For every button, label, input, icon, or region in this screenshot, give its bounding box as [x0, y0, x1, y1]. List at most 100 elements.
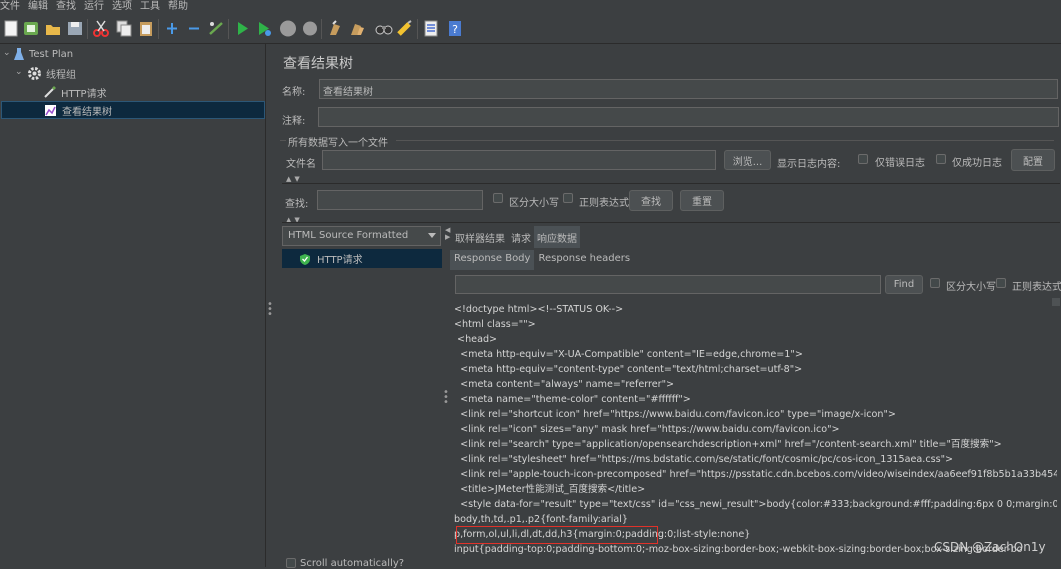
- code-line: <link rel="apple-touch-icon-precomposed"…: [454, 469, 1057, 480]
- code-line: <meta http-equiv="X-UA-Compatible" conte…: [454, 349, 803, 360]
- menu-search[interactable]: 查找: [56, 0, 84, 14]
- list-item-label: HTTP请求: [317, 255, 363, 266]
- svg-text:?: ?: [452, 23, 458, 36]
- test-plan-icon: [14, 48, 24, 60]
- stop-icon[interactable]: [279, 20, 297, 37]
- collapse-icon[interactable]: [186, 20, 202, 37]
- results-tree-panel: 查看结果树 名称: 查看结果树 注释: 所有数据写入一个文件 文件名 浏览...…: [274, 44, 1061, 569]
- new-icon[interactable]: [3, 20, 19, 37]
- code-line: <title>JMeter性能测试_百度搜索</title>: [454, 484, 646, 495]
- menu-help[interactable]: 帮助: [168, 0, 196, 14]
- code-line: <link rel="shortcut icon" href="https://…: [454, 409, 896, 420]
- tab-sampler-result[interactable]: 取样器结果: [452, 226, 508, 248]
- chevron-down-icon: [428, 233, 436, 238]
- clear-all-icon[interactable]: [349, 20, 365, 37]
- start-no-pause-icon[interactable]: [256, 20, 272, 37]
- response-subtabs: Response Body Response headers: [450, 250, 634, 270]
- tab-request[interactable]: 请求: [508, 226, 534, 248]
- divider: [282, 183, 1060, 184]
- toolbar-separator: [87, 19, 88, 39]
- code-line: <style data-for="result" type="text/css"…: [454, 499, 1057, 510]
- search-icon[interactable]: [375, 20, 393, 37]
- filename-label: 文件名: [286, 159, 316, 170]
- templates-icon[interactable]: [23, 20, 39, 37]
- paste-icon[interactable]: [138, 20, 154, 37]
- search-button[interactable]: 查找: [629, 190, 673, 211]
- comment-field[interactable]: [318, 107, 1059, 127]
- success-only-label: 仅成功日志: [952, 158, 1002, 169]
- scroll-auto-label: Scroll automatically?: [300, 558, 405, 569]
- copy-icon[interactable]: [116, 20, 132, 37]
- menu-edit[interactable]: 编辑: [28, 0, 56, 14]
- title-highlight-box: [456, 526, 658, 544]
- save-icon[interactable]: [67, 20, 83, 37]
- renderer-value: HTML Source Formatted: [288, 230, 409, 241]
- case-sensitive-checkbox[interactable]: [493, 193, 503, 203]
- browse-button[interactable]: 浏览...: [724, 150, 771, 170]
- tree-item-view-results-tree[interactable]: 查看结果树: [1, 101, 265, 119]
- expand-icon[interactable]: [164, 20, 180, 37]
- list-item[interactable]: HTTP请求: [282, 249, 442, 268]
- configure-button[interactable]: 配置: [1011, 149, 1055, 171]
- clear-icon[interactable]: [327, 20, 343, 37]
- cut-icon[interactable]: [93, 20, 109, 37]
- menu-file[interactable]: 文件: [0, 0, 28, 14]
- split-pane-divider[interactable]: • • •: [442, 224, 449, 567]
- pipette-icon: [44, 86, 56, 98]
- chevron-down-icon[interactable]: ⌄: [3, 48, 11, 58]
- tree-item-thread-group[interactable]: 线程组: [27, 64, 76, 82]
- gear-icon: [28, 66, 41, 80]
- tree-item-http-request[interactable]: HTTP请求: [43, 83, 107, 101]
- errors-only-checkbox[interactable]: [858, 154, 868, 164]
- drag-handle-icon[interactable]: • • •: [267, 300, 273, 320]
- reset-button[interactable]: 重置: [680, 190, 724, 211]
- result-tabs: 取样器结果 请求 响应数据: [452, 226, 580, 248]
- find-button[interactable]: Find: [885, 275, 923, 294]
- tree-item-label: 线程组: [46, 69, 76, 81]
- chevron-down-icon[interactable]: ⌄: [15, 67, 23, 77]
- toggle-icon[interactable]: [208, 20, 224, 37]
- collapse-arrows-icon[interactable]: ▲▼: [286, 175, 303, 183]
- name-field[interactable]: 查看结果树: [319, 79, 1058, 99]
- open-icon[interactable]: [45, 20, 61, 37]
- tab-response-data[interactable]: 响应数据: [534, 226, 580, 248]
- toolbar-separator: [321, 19, 322, 39]
- toolbar: ?: [0, 14, 1061, 44]
- find-input[interactable]: [455, 275, 881, 294]
- code-line: <link rel="icon" sizes="any" mask href="…: [454, 424, 840, 435]
- code-line: <html class="">: [454, 319, 536, 330]
- find-case-checkbox[interactable]: [930, 278, 940, 288]
- comment-label: 注释:: [282, 116, 306, 127]
- tab-response-headers[interactable]: Response headers: [534, 250, 634, 270]
- scroll-auto-option[interactable]: Scroll automatically?: [286, 556, 404, 569]
- menu-bar: 文件 编辑 查找 运行 选项 工具 帮助: [0, 0, 1061, 14]
- start-icon[interactable]: [234, 20, 250, 37]
- watermark: CSDN @ZachOn1y: [934, 540, 1046, 554]
- sample-result-list: HTTP请求: [282, 247, 442, 567]
- menu-options[interactable]: 选项: [112, 0, 140, 14]
- shutdown-icon[interactable]: [302, 20, 318, 37]
- tree-item-label: 查看结果树: [62, 106, 112, 118]
- drag-handle-icon[interactable]: • • •: [443, 388, 449, 408]
- collapse-arrows-icon[interactable]: ◀ ▶: [445, 227, 450, 241]
- tree-item-test-plan[interactable]: Test Plan: [13, 45, 73, 63]
- reset-search-icon[interactable]: [397, 20, 413, 37]
- code-line: body,th,td,.p1,.p2{font-family:arial}: [454, 514, 629, 525]
- renderer-select[interactable]: HTML Source Formatted: [282, 226, 441, 246]
- function-helper-icon[interactable]: [423, 20, 439, 37]
- code-line: <meta content="always" name="referrer">: [454, 379, 675, 390]
- menu-run[interactable]: 运行: [84, 0, 112, 14]
- case-sensitive-label: 区分大小写: [509, 198, 559, 209]
- success-only-checkbox[interactable]: [936, 154, 946, 164]
- regex-checkbox[interactable]: [563, 193, 573, 203]
- filename-field[interactable]: [322, 150, 716, 170]
- regex-label: 正则表达式: [579, 198, 629, 209]
- chart-icon: [45, 104, 56, 116]
- find-regex-checkbox[interactable]: [996, 278, 1006, 288]
- code-line: <head>: [454, 334, 498, 345]
- menu-tools[interactable]: 工具: [140, 0, 168, 14]
- split-pane-divider[interactable]: • • •: [266, 44, 274, 567]
- search-input[interactable]: [317, 190, 483, 210]
- tab-response-body[interactable]: Response Body: [450, 250, 535, 270]
- help-icon[interactable]: ?: [447, 20, 463, 37]
